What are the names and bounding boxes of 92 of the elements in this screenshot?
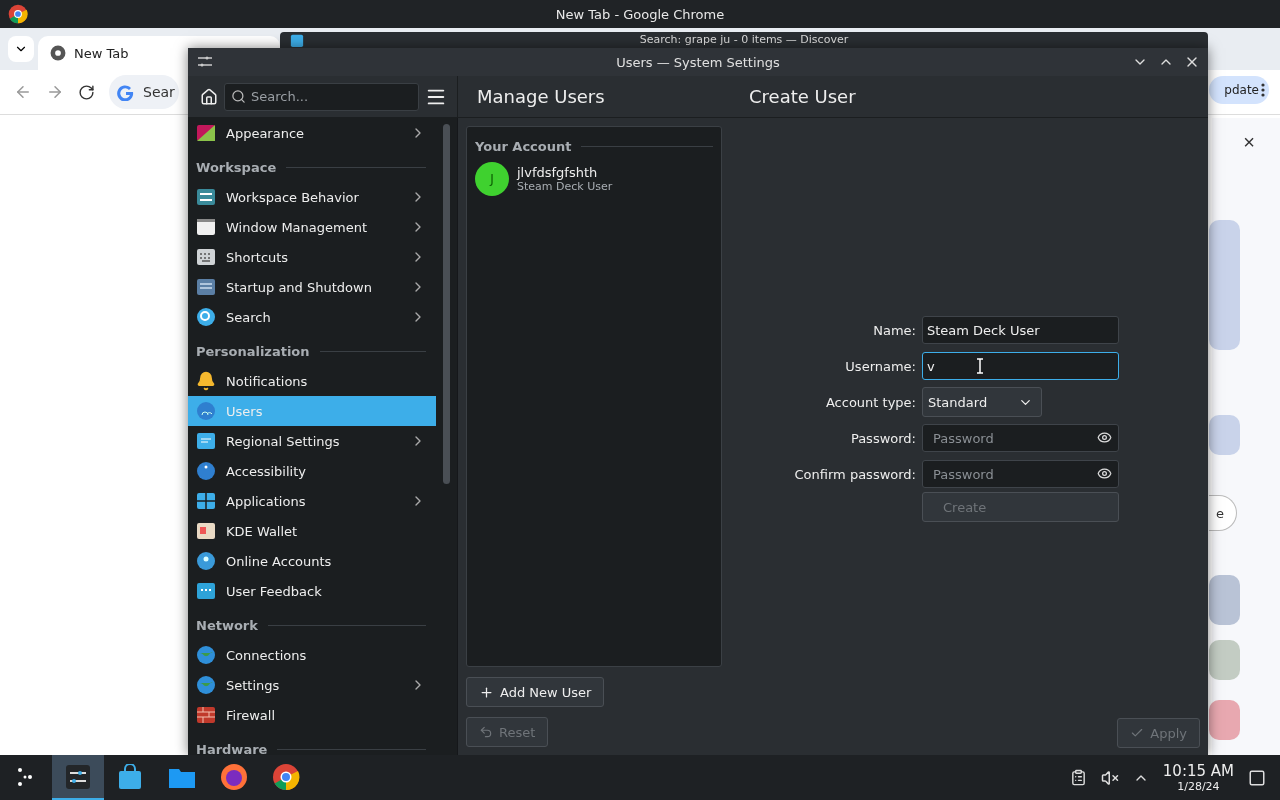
section-header: Network [188, 606, 437, 640]
avatar: J [475, 162, 509, 196]
sidebar-item[interactable]: KDE Wallet [188, 516, 437, 546]
field-label: Account type: [825, 394, 916, 410]
date[interactable]: 1/28/24 [1177, 780, 1220, 793]
chrome-icon [272, 762, 300, 791]
card [1209, 700, 1240, 740]
sidebar-item[interactable]: Search [188, 302, 437, 332]
sidebar-item[interactable]: Appearance [188, 118, 437, 148]
section-header: Your Account [475, 139, 713, 154]
text-field[interactable]: Steam Deck User [922, 316, 1119, 344]
account-item[interactable]: J jlvfdsfgfshth Steam Deck User [475, 162, 713, 196]
bell-icon [196, 371, 216, 391]
text-cursor-icon [976, 358, 984, 374]
reload-icon[interactable] [78, 83, 95, 101]
scrollbar[interactable] [443, 124, 451, 484]
field-label: Username: [845, 358, 916, 374]
update-button[interactable]: pdate [1209, 76, 1269, 104]
taskbar-app[interactable] [52, 755, 104, 800]
monitor-icon [196, 277, 216, 297]
sidebar-item[interactable]: Applications [188, 486, 437, 516]
sidebar-item[interactable]: Connections [188, 640, 437, 670]
text-field[interactable]: v [922, 352, 1119, 380]
sidebar-item[interactable]: Regional Settings [188, 426, 437, 456]
globe-icon [196, 675, 216, 695]
close-button[interactable]: × [1238, 131, 1260, 153]
undo-icon [479, 725, 493, 739]
tab-list-button[interactable] [8, 36, 34, 62]
shopping-bag-icon [290, 33, 304, 47]
google-logo-icon [117, 83, 135, 101]
page-title: Create User [730, 76, 1208, 118]
wallet-icon [196, 521, 216, 541]
window-title: Search: grape ju - 0 items — Discover [639, 33, 849, 47]
chrome-icon [8, 4, 28, 24]
sidebar-item[interactable]: Startup and Shutdown [188, 272, 437, 302]
shopping-bag-icon [117, 763, 143, 790]
card [1209, 640, 1240, 680]
card [1209, 415, 1240, 455]
keyboard-icon [196, 247, 216, 267]
password-field[interactable]: Password [922, 460, 1119, 488]
clock[interactable]: 10:15 AM [1162, 762, 1234, 780]
sidebar-item[interactable]: Accessibility [188, 456, 437, 486]
clipboard-icon[interactable] [1069, 769, 1087, 786]
plus-icon [479, 684, 494, 700]
sliders-icon [196, 187, 216, 207]
section-header: Hardware [188, 730, 437, 755]
sidebar-item[interactable]: Workspace Behavior [188, 182, 437, 212]
password-field[interactable]: Password [922, 424, 1119, 452]
sidebar-item[interactable]: Notifications [188, 366, 437, 396]
section-header: Workspace [188, 148, 437, 182]
grid-icon [196, 491, 216, 511]
add-user-button[interactable]: Add New User [466, 677, 605, 707]
window-icon [196, 217, 216, 237]
feedback-icon [196, 581, 216, 601]
sidebar-item[interactable]: Shortcuts [188, 242, 437, 272]
brick-wall-icon [196, 705, 216, 725]
firefox-icon [220, 762, 248, 791]
search-icon [196, 307, 216, 327]
window-title: New Tab - Google Chrome [555, 6, 725, 22]
more-icon [1261, 83, 1265, 97]
card [1209, 575, 1240, 625]
chrome-icon [50, 45, 66, 61]
field-label: Name: [873, 322, 916, 338]
field-label: Confirm password: [794, 466, 916, 482]
settings-app-icon [65, 763, 91, 790]
speech-bubble-icon [196, 431, 216, 451]
home-button[interactable] [200, 87, 218, 106]
sidebar-item[interactable]: Firewall [188, 700, 437, 730]
sidebar-item[interactable]: User Feedback [188, 576, 437, 606]
section-header: Personalization [188, 332, 437, 366]
forward-icon[interactable] [46, 83, 64, 101]
sidebar-item[interactable]: Online Accounts [188, 546, 437, 576]
page-title: Manage Users [458, 76, 730, 118]
back-icon[interactable] [14, 83, 32, 101]
globe-icon [196, 645, 216, 665]
sidebar-item[interactable]: Window Management [188, 212, 437, 242]
eye-icon[interactable] [1097, 466, 1112, 481]
account-type: Steam Deck User [517, 180, 613, 193]
account-name: jlvfdsfgfshth [517, 165, 599, 180]
pill-button[interactable]: e [1209, 495, 1237, 531]
palette-icon [196, 123, 216, 143]
address-bar[interactable]: Sear [109, 75, 179, 109]
show-desktop-icon[interactable] [1248, 768, 1266, 787]
muted-speaker-icon[interactable] [1100, 768, 1119, 787]
search-field[interactable]: Search... [224, 82, 419, 111]
search-icon [231, 88, 246, 104]
window-title: Users — System Settings [616, 54, 780, 70]
account-type-dropdown[interactable]: Standard [922, 387, 1042, 417]
sidebar-item[interactable]: Settings [188, 670, 437, 700]
check-icon [1130, 726, 1145, 740]
eye-icon[interactable] [1097, 430, 1112, 445]
field-label: Password: [850, 430, 916, 446]
